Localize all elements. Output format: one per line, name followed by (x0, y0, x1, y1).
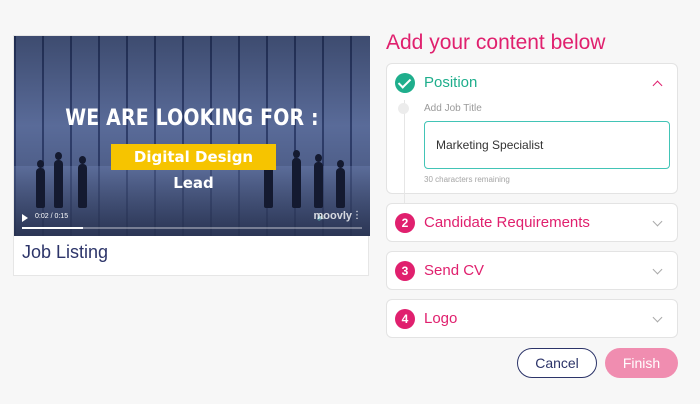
video-controls: 0:02 / 0:15 🔈 moovly ⋮ (14, 210, 370, 229)
step-timeline-line (404, 100, 405, 210)
timeline-dot (398, 103, 409, 114)
step-candidate-requirements[interactable]: 2 Candidate Requirements (386, 203, 678, 242)
job-title-input[interactable] (424, 121, 670, 169)
video-player[interactable]: WE ARE LOOKING FOR : Digital Design Lead… (14, 36, 370, 236)
step-number-badge: 4 (395, 309, 415, 329)
video-progress-bar[interactable] (22, 227, 362, 229)
step-number-badge: 3 (395, 261, 415, 281)
finish-button[interactable]: Finish (605, 348, 678, 378)
video-brand-watermark: moovly (313, 210, 352, 222)
panel-title: Add your content below (386, 31, 606, 54)
step-label: Position (424, 74, 478, 91)
chevron-down-icon[interactable] (652, 216, 663, 227)
chevron-down-icon[interactable] (652, 264, 663, 275)
chevron-down-icon[interactable] (652, 312, 663, 323)
preview-title: Job Listing (22, 242, 109, 262)
step-logo[interactable]: 4 Logo (386, 299, 678, 338)
chevron-up-icon[interactable] (652, 80, 663, 91)
video-progress-fill (22, 227, 84, 229)
video-role-badge: Digital Design Lead (111, 144, 276, 192)
check-circle-icon (395, 73, 415, 93)
play-icon[interactable] (22, 214, 28, 222)
step-label: Logo (424, 310, 458, 327)
job-title-label: Add Job Title (424, 103, 482, 114)
video-headline: WE ARE LOOKING FOR : (65, 106, 319, 131)
step-label: Candidate Requirements (424, 214, 590, 231)
characters-remaining: 30 characters remaining (424, 175, 510, 184)
step-number-badge: 2 (395, 213, 415, 233)
more-options-icon[interactable]: ⋮ (352, 210, 362, 221)
step-send-cv[interactable]: 3 Send CV (386, 251, 678, 290)
step-position-header[interactable]: Position (387, 64, 677, 104)
video-time: 0:02 / 0:15 (35, 213, 69, 220)
cancel-button[interactable]: Cancel (517, 348, 597, 378)
video-preview-card: WE ARE LOOKING FOR : Digital Design Lead… (13, 35, 370, 276)
step-label: Send CV (424, 262, 485, 279)
